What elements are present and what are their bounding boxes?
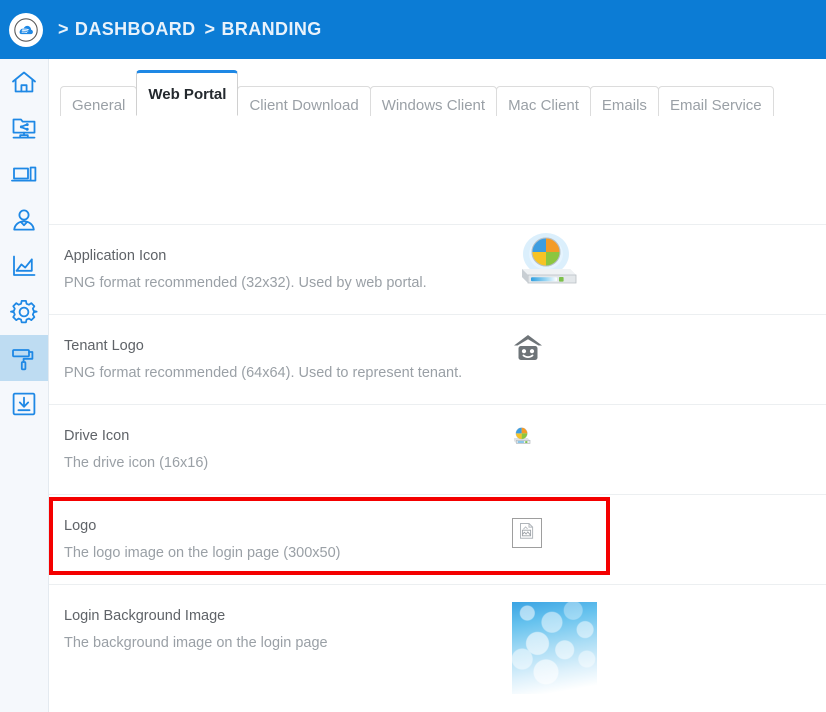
gear-icon [9,297,39,327]
chart-line-icon [9,251,39,281]
row-text-tenant-logo: Tenant Logo PNG format recommended (64x6… [64,337,494,382]
drive-pie-icon-small [512,426,532,451]
tab-list: General Web Portal Client Download Windo… [60,70,774,124]
row-media-tenant-logo[interactable] [512,333,544,368]
sidebar-item-home[interactable] [0,59,48,105]
tab-bar: General Web Portal Client Download Windo… [49,59,826,124]
row-text-logo: Logo The logo image on the login page (3… [64,517,494,562]
sidebar-item-shares[interactable] [0,105,48,151]
home-icon [9,67,39,97]
sidebar-item-users[interactable] [0,197,48,243]
row-media-application-icon[interactable] [512,231,580,298]
tab-email-service-label: Email Service [669,96,762,114]
row-text-drive-icon: Drive Icon The drive icon (16x16) [64,427,494,472]
table-row[interactable]: Tenant Logo PNG format recommended (64x6… [49,314,826,404]
row-title: Drive Icon [64,428,130,444]
tab-emails-label: Emails [601,96,647,114]
table-row[interactable]: Drive Icon The drive icon (16x16) [49,404,826,494]
row-media-logo[interactable] [512,518,542,548]
row-description: The background image on the login page [64,635,328,651]
house-tenant-icon [512,333,544,368]
row-title: Login Background Image [64,608,226,624]
branding-settings-panel: Application Icon PNG format recommended … [49,117,826,712]
sidebar-item-branding[interactable] [0,335,48,381]
sidebar-item-reports[interactable] [0,243,48,289]
login-background-thumbnail[interactable] [512,602,597,694]
sidebar-item-downloads[interactable] [0,381,48,427]
logo-upload-placeholder[interactable] [512,518,542,548]
breadcrumb-separator-1: > [58,19,69,39]
tab-web-portal-label: Web Portal [148,85,227,103]
drive-pie-icon-large [512,231,580,298]
breadcrumb-item-dashboard[interactable]: DASHBOARD [75,19,196,40]
table-row[interactable]: Application Icon PNG format recommended … [49,224,826,314]
sidebar [0,59,49,712]
table-row[interactable]: Logo The logo image on the login page (3… [49,494,826,584]
row-description: PNG format recommended (64x64). Used to … [64,365,463,381]
row-description: The drive icon (16x16) [64,455,209,471]
broken-image-placeholder-icon [518,522,536,545]
row-description: The logo image on the login page (300x50… [64,545,341,561]
row-title: Application Icon [64,248,167,264]
row-text-login-background: Login Background Image The background im… [64,607,494,652]
download-box-icon [9,389,39,419]
row-description: PNG format recommended (32x32). Used by … [64,275,427,291]
tab-mac-client-label: Mac Client [508,96,579,114]
devices-icon [9,159,39,189]
tab-web-portal[interactable]: Web Portal [136,70,239,116]
sidebar-item-devices[interactable] [0,151,48,197]
app-header: > DASHBOARD > BRANDING [0,0,826,59]
tab-general-label: General [72,96,126,114]
breadcrumb: > DASHBOARD > BRANDING [58,19,322,40]
table-row[interactable]: Login Background Image The background im… [49,584,826,712]
breadcrumb-separator-2: > [204,19,216,39]
tab-client-download-label: Client Download [249,96,359,114]
row-title: Logo [64,518,97,534]
user-icon [9,205,39,235]
cloud-logo-icon[interactable] [9,12,43,47]
row-media-drive-icon[interactable] [512,426,532,451]
breadcrumb-item-branding[interactable]: BRANDING [221,19,321,40]
share-network-icon [9,113,39,143]
row-title: Tenant Logo [64,338,144,354]
tab-windows-client-label: Windows Client [381,96,486,114]
sidebar-item-settings[interactable] [0,289,48,335]
row-media-login-background[interactable] [512,602,597,694]
row-text-application-icon: Application Icon PNG format recommended … [64,247,494,292]
paint-roller-icon [9,343,39,373]
